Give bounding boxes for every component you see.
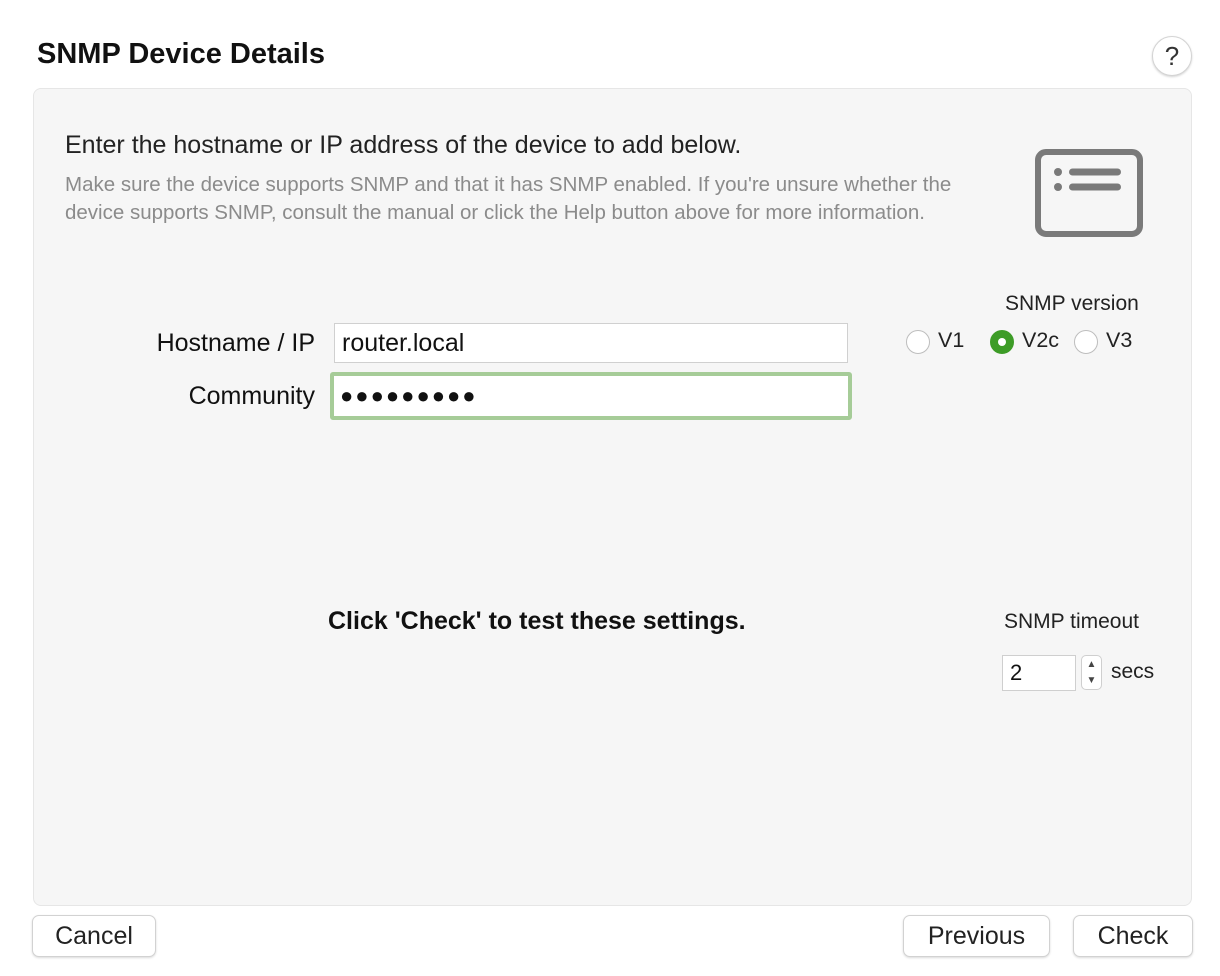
timeout-stepper[interactable]: ▲ ▼ [1081,655,1102,690]
panel-heading: Enter the hostname or IP address of the … [65,131,742,159]
details-panel: Enter the hostname or IP address of the … [33,88,1192,906]
check-button[interactable]: Check [1073,915,1193,957]
community-input[interactable]: ●●●●●●●●● [330,372,852,420]
dialog-title: SNMP Device Details [37,38,325,70]
hostname-input[interactable] [334,323,848,363]
radio-circle-icon [1074,330,1098,354]
check-instruction: Click 'Check' to test these settings. [328,607,746,635]
radio-v2c-label: V2c [1022,328,1060,352]
previous-button[interactable]: Previous [903,915,1050,957]
hostname-label: Hostname / IP [156,329,315,357]
snmp-timeout-label: SNMP timeout [1004,610,1139,633]
radio-v3-label: V3 [1106,328,1133,352]
community-masked-value: ●●●●●●●●● [340,383,478,408]
device-card-icon [1035,149,1143,237]
help-button[interactable]: ? [1152,36,1192,76]
snmp-version-label: SNMP version [1005,292,1139,315]
timeout-unit-label: secs [1111,660,1155,683]
cancel-button[interactable]: Cancel [32,915,156,957]
snmp-device-details-dialog: SNMP Device Details ? Enter the hostname… [0,0,1220,976]
community-label: Community [188,382,315,410]
radio-v1-label: V1 [938,328,965,352]
panel-description: Make sure the device supports SNMP and t… [65,173,952,224]
chevron-up-icon[interactable]: ▲ [1082,657,1101,673]
radio-circle-icon [906,330,930,354]
radio-selected-icon [990,330,1014,354]
timeout-input[interactable] [1002,655,1076,691]
chevron-down-icon[interactable]: ▼ [1082,673,1101,689]
